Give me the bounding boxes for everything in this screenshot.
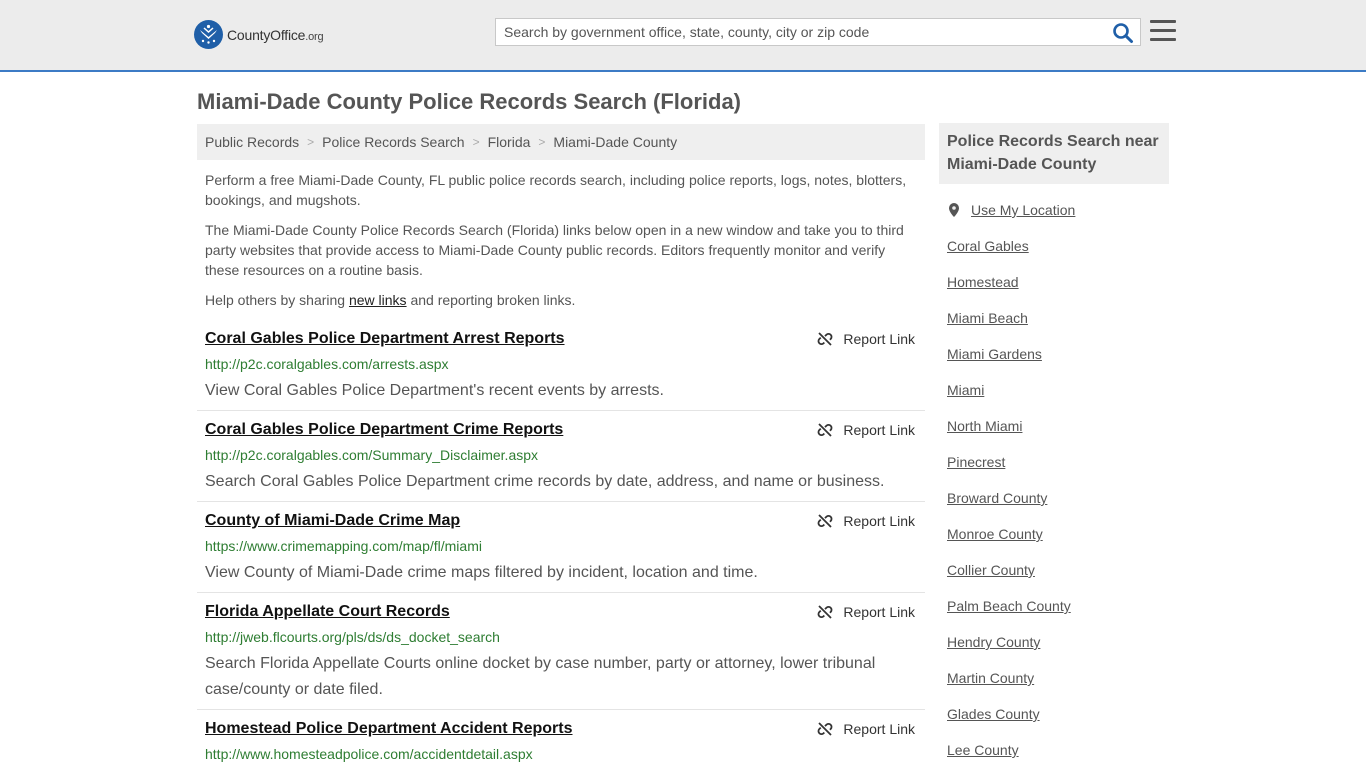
report-link-button[interactable]: Report Link	[817, 513, 915, 529]
result-url: http://jweb.flcourts.org/pls/ds/ds_docke…	[205, 629, 500, 645]
breadcrumb-police-records-search[interactable]: Police Records Search	[322, 134, 464, 150]
result-title-link[interactable]: Homestead Police Department Accident Rep…	[205, 720, 573, 738]
sidebar-link-miami-beach[interactable]: Miami Beach	[947, 310, 1028, 326]
result-item: Florida Appellate Court Records Report L…	[197, 603, 925, 710]
search-icon[interactable]	[1112, 22, 1134, 44]
sidebar-link-north-miami[interactable]: North Miami	[947, 418, 1022, 434]
breadcrumb-separator-icon: >	[307, 135, 315, 149]
result-description: Search Coral Gables Police Department cr…	[205, 473, 885, 490]
new-links-link[interactable]: new links	[349, 292, 407, 308]
search-bar	[495, 18, 1141, 46]
hamburger-menu-icon[interactable]	[1150, 20, 1176, 42]
result-title-link[interactable]: County of Miami-Dade Crime Map	[205, 512, 460, 530]
sidebar-link-miami-gardens[interactable]: Miami Gardens	[947, 346, 1042, 362]
sidebar-link-palm-beach-county[interactable]: Palm Beach County	[947, 598, 1071, 614]
sidebar-link-hendry-county[interactable]: Hendry County	[947, 634, 1040, 650]
result-item: Homestead Police Department Accident Rep…	[197, 720, 925, 768]
result-description: View County of Miami-Dade crime maps fil…	[205, 564, 758, 581]
sidebar-title: Police Records Search near Miami-Dade Co…	[939, 123, 1169, 184]
broken-link-icon	[817, 514, 833, 528]
breadcrumb-miami-dade-county[interactable]: Miami-Dade County	[553, 134, 677, 150]
result-title-link[interactable]: Coral Gables Police Department Arrest Re…	[205, 330, 565, 348]
result-title-link[interactable]: Coral Gables Police Department Crime Rep…	[205, 421, 563, 439]
result-url: http://p2c.coralgables.com/arrests.aspx	[205, 356, 449, 372]
result-description: Search Florida Appellate Courts online d…	[205, 655, 876, 698]
report-link-button[interactable]: Report Link	[817, 721, 915, 737]
report-link-button[interactable]: Report Link	[817, 331, 915, 347]
use-my-location-link[interactable]: Use My Location	[947, 202, 1075, 218]
result-description: View Coral Gables Police Department's re…	[205, 382, 664, 399]
breadcrumb-separator-icon: >	[472, 135, 480, 149]
sidebar-link-coral-gables[interactable]: Coral Gables	[947, 238, 1029, 254]
disclaimer-paragraph: The Miami-Dade County Police Records Sea…	[205, 222, 904, 278]
page-title: Miami-Dade County Police Records Search …	[197, 89, 742, 114]
broken-link-icon	[817, 605, 833, 619]
share-paragraph: Help others by sharing new links and rep…	[205, 292, 576, 308]
breadcrumb-separator-icon: >	[538, 135, 546, 149]
breadcrumb-public-records[interactable]: Public Records	[205, 134, 299, 150]
broken-link-icon	[817, 722, 833, 736]
sidebar-link-homestead[interactable]: Homestead	[947, 274, 1019, 290]
result-item: Coral Gables Police Department Crime Rep…	[197, 421, 925, 502]
broken-link-icon	[817, 423, 833, 437]
site-header: CountyOffice.org	[0, 0, 1366, 72]
sidebar-link-glades-county[interactable]: Glades County	[947, 706, 1040, 722]
result-item: Coral Gables Police Department Arrest Re…	[197, 330, 925, 411]
search-input[interactable]	[496, 19, 1106, 45]
site-logo[interactable]: CountyOffice.org	[194, 20, 324, 49]
sidebar-link-pinecrest[interactable]: Pinecrest	[947, 454, 1005, 470]
result-item: County of Miami-Dade Crime Map Report Li…	[197, 512, 925, 593]
sidebar-link-monroe-county[interactable]: Monroe County	[947, 526, 1043, 542]
breadcrumb: Public Records > Police Records Search >…	[197, 124, 925, 160]
sidebar-link-lee-county[interactable]: Lee County	[947, 742, 1019, 758]
result-url: http://www.homesteadpolice.com/accidentd…	[205, 746, 533, 762]
broken-link-icon	[817, 332, 833, 346]
result-title-link[interactable]: Florida Appellate Court Records	[205, 603, 450, 621]
result-url: http://p2c.coralgables.com/Summary_Discl…	[205, 447, 539, 463]
breadcrumb-florida[interactable]: Florida	[488, 134, 531, 150]
report-link-button[interactable]: Report Link	[817, 604, 915, 620]
sidebar-link-broward-county[interactable]: Broward County	[947, 490, 1047, 506]
report-link-button[interactable]: Report Link	[817, 422, 915, 438]
logo-seal-icon	[194, 20, 223, 49]
result-url: https://www.crimemapping.com/map/fl/miam…	[205, 538, 482, 554]
sidebar-link-miami[interactable]: Miami	[947, 382, 984, 398]
map-pin-icon	[949, 203, 959, 217]
intro-paragraph: Perform a free Miami-Dade County, FL pub…	[205, 172, 907, 208]
sidebar-link-collier-county[interactable]: Collier County	[947, 562, 1035, 578]
sidebar-link-martin-county[interactable]: Martin County	[947, 670, 1034, 686]
logo-text: CountyOffice.org	[227, 26, 324, 43]
